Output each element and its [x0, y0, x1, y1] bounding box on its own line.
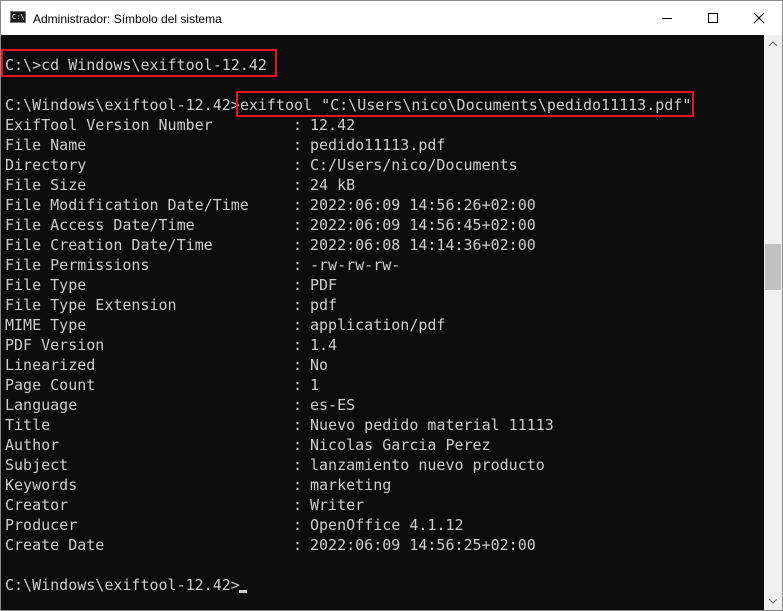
field-name: Title	[5, 416, 51, 434]
window-title: Administrador: Símbolo del sistema	[33, 12, 222, 26]
field-value: 2022:06:09 14:56:45+02:00	[310, 216, 536, 234]
field-name: File Permissions	[5, 256, 150, 274]
separator: :	[293, 316, 303, 334]
separator: :	[293, 156, 303, 174]
maximize-icon	[708, 13, 718, 23]
chevron-up-icon	[769, 41, 777, 46]
separator: :	[293, 236, 303, 254]
field-value: pedido11113.pdf	[310, 136, 446, 154]
field-name: Create Date	[5, 536, 105, 554]
field-value: C:/Users/nico/Documents	[310, 156, 518, 174]
separator: :	[293, 496, 303, 514]
prompt-text: C:\Windows\exiftool-12.42>	[5, 96, 240, 114]
field-name: Creator	[5, 496, 69, 514]
field-name: Language	[5, 396, 78, 414]
separator: :	[293, 216, 303, 234]
field-value: es-ES	[310, 396, 356, 414]
separator: :	[293, 136, 303, 154]
separator: :	[293, 456, 303, 474]
command-prompt-window: C:\ Administrador: Símbolo del sistema C…	[0, 0, 783, 611]
separator: :	[293, 516, 303, 534]
field-value: 1	[310, 376, 320, 394]
field-name: File Creation Date/Time	[5, 236, 213, 254]
field-name: Keywords	[5, 476, 78, 494]
separator: :	[293, 196, 303, 214]
field-value: 1.4	[310, 336, 338, 354]
minimize-button[interactable]	[644, 1, 690, 35]
field-value: PDF	[310, 276, 338, 294]
field-name: File Access Date/Time	[5, 216, 195, 234]
separator: :	[293, 416, 303, 434]
field-value: 2022:06:09 14:56:25+02:00	[310, 536, 536, 554]
field-value: 24 kB	[310, 176, 356, 194]
field-value: No	[310, 356, 329, 374]
vertical-scrollbar[interactable]	[764, 35, 782, 610]
field-name: Producer	[5, 516, 78, 534]
field-name: File Name	[5, 136, 87, 154]
field-value: pdf	[310, 296, 338, 314]
maximize-button[interactable]	[690, 1, 736, 35]
field-value: Nuevo pedido material 11113	[310, 416, 554, 434]
field-value: Nicolas Garcia Perez	[310, 436, 491, 454]
separator: :	[293, 396, 303, 414]
minimize-icon	[662, 18, 672, 19]
field-value: 2022:06:09 14:56:26+02:00	[310, 196, 536, 214]
separator: :	[293, 276, 303, 294]
field-name: ExifTool Version Number	[5, 116, 213, 134]
field-name: File Size	[5, 176, 87, 194]
separator: :	[293, 296, 303, 314]
title-bar[interactable]: C:\ Administrador: Símbolo del sistema	[1, 1, 782, 35]
separator: :	[293, 176, 303, 194]
scroll-down-button[interactable]	[764, 593, 782, 610]
field-value: -rw-rw-rw-	[310, 256, 401, 274]
field-value: Writer	[310, 496, 365, 514]
field-name: Directory	[5, 156, 87, 174]
field-value: application/pdf	[310, 316, 446, 334]
separator: :	[293, 336, 303, 354]
field-name: Author	[5, 436, 60, 454]
field-name: PDF Version	[5, 336, 105, 354]
field-name: File Type Extension	[5, 296, 177, 314]
separator: :	[293, 116, 303, 134]
field-value: OpenOffice 4.1.12	[310, 516, 464, 534]
field-name: Linearized	[5, 356, 96, 374]
separator: :	[293, 476, 303, 494]
console-output[interactable]: C:\>cd Windows\exiftool-12.42 C:\Windows\…	[1, 35, 764, 610]
field-name: File Modification Date/Time	[5, 196, 249, 214]
field-value: lanzamiento nuevo producto	[310, 456, 545, 474]
field-name: Page Count	[5, 376, 96, 394]
close-icon	[753, 12, 765, 24]
close-button[interactable]	[736, 1, 782, 35]
separator: :	[293, 256, 303, 274]
field-name: File Type	[5, 276, 87, 294]
field-value: marketing	[310, 476, 392, 494]
scroll-up-button[interactable]	[764, 35, 782, 52]
field-value: 12.42	[310, 116, 356, 134]
chevron-down-icon	[769, 599, 777, 604]
separator: :	[293, 436, 303, 454]
prompt-text: C:\Windows\exiftool-12.42>	[5, 576, 240, 594]
field-name: MIME Type	[5, 316, 87, 334]
text-cursor	[239, 590, 247, 593]
separator: :	[293, 356, 303, 374]
separator: :	[293, 536, 303, 554]
highlight-box-cd-command	[1, 49, 277, 77]
separator: :	[293, 376, 303, 394]
prompt-line: C:\Windows\exiftool-12.42>	[5, 575, 240, 595]
field-name: Subject	[5, 456, 69, 474]
field-value: 2022:06:08 14:14:36+02:00	[310, 236, 536, 254]
scrollbar-thumb[interactable]	[765, 244, 781, 290]
console-app-icon[interactable]: C:\	[10, 11, 26, 23]
highlight-box-exiftool-command	[236, 91, 694, 117]
